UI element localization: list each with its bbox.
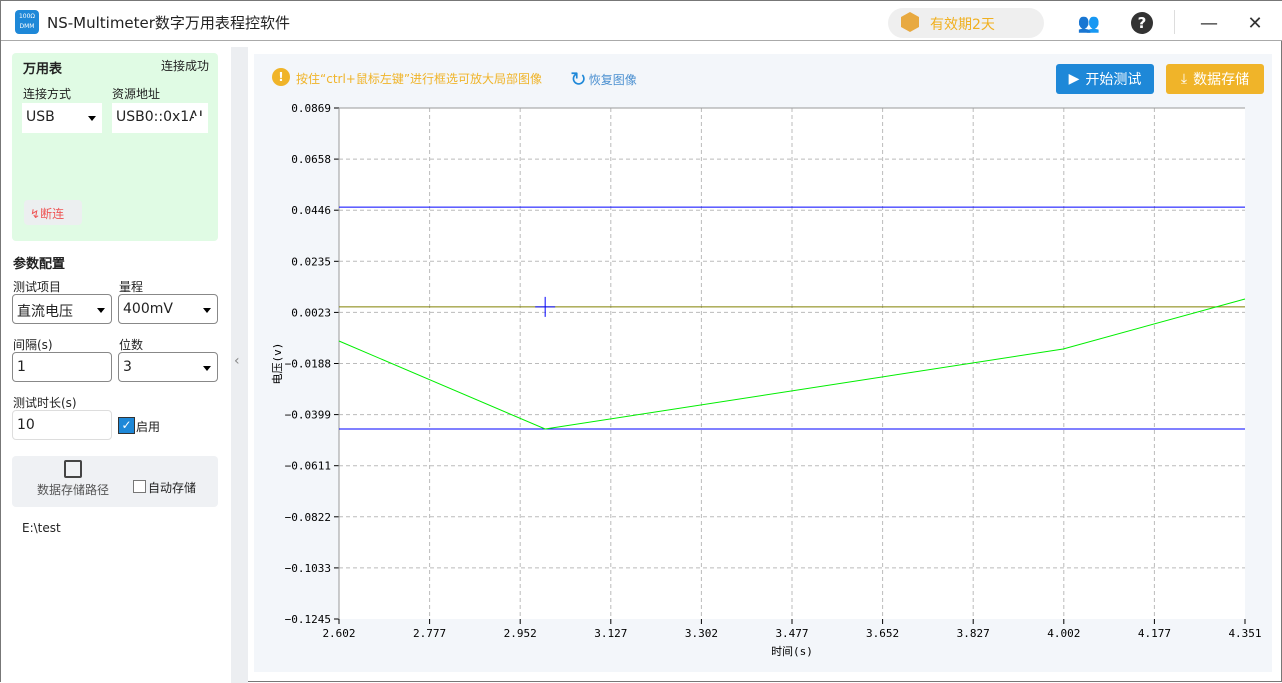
range-label: 量程 (119, 280, 144, 294)
minimize-button[interactable]: — (1197, 11, 1221, 35)
params-title: 参数配置 (13, 257, 66, 272)
y-tick-label: 0.0446 (291, 204, 331, 217)
voltage-chart[interactable]: 0.0869 0.0658 0.0446 0.0235 0.0023 −0.0188 −0.… (254, 96, 1272, 672)
app-title: NS-Multimeter数字万用表程控软件 (47, 14, 290, 32)
app-logo: 100Ω DMM (15, 10, 39, 34)
chevron-down-icon (97, 308, 105, 317)
x-tick-label: 3.302 (685, 627, 718, 640)
x-tick-label: 2.777 (413, 627, 446, 640)
start-label: 开始测试 (1085, 72, 1142, 88)
address-select[interactable]: USB0::0x1AI (112, 103, 208, 133)
chevron-left-icon: ‹ (234, 353, 240, 369)
addr-label: 资源地址 (112, 87, 161, 101)
connection-status: 连接成功 (161, 59, 210, 73)
y-tick-label: 0.0869 (291, 102, 331, 115)
x-tick-label: 4.351 (1228, 627, 1261, 640)
x-tick-label: 2.952 (504, 627, 537, 640)
range-select[interactable]: 400mV (118, 294, 218, 324)
chevron-down-icon (88, 116, 96, 125)
interval-input[interactable]: 1 (12, 352, 112, 382)
y-tick-label: −0.0399 (285, 409, 331, 422)
drive-icon (64, 460, 82, 478)
enable-label: 启用 (136, 420, 161, 434)
x-axis-label: 时间(s) (771, 645, 813, 658)
conn-value: USB (26, 109, 55, 125)
digits-select[interactable]: 3 (118, 352, 218, 382)
x-tick-label: 3.477 (775, 627, 808, 640)
y-tick-label: 0.0658 (291, 153, 331, 166)
chevron-down-icon (203, 366, 211, 375)
y-tick-label: −0.0611 (285, 460, 331, 473)
y-tick-label: 0.0235 (291, 255, 331, 268)
digits-label: 位数 (119, 338, 144, 352)
conn-label: 连接方式 (23, 87, 72, 101)
restore-label: 恢复图像 (588, 72, 637, 87)
item-value: 直流电压 (17, 304, 73, 320)
storage-path: E:\test (22, 521, 61, 535)
disconnect-label: 断连 (40, 207, 65, 221)
x-tick-label: 2.602 (322, 627, 355, 640)
refresh-icon: ↻ (570, 67, 587, 91)
download-icon: ⤓ (1180, 71, 1188, 87)
device-panel: 万用表 连接成功 连接方式 资源地址 USB USB0::0x1AI ↯断连 (12, 53, 218, 241)
disconnect-button[interactable]: ↯断连 (24, 200, 82, 225)
auto-save-label: 自动存储 (148, 481, 197, 495)
x-tick-label: 3.652 (866, 627, 899, 640)
y-axis-label: 电压(v) (271, 343, 284, 385)
digits-value: 3 (123, 359, 132, 375)
y-tick-label: 0.0023 (291, 306, 331, 319)
duration-label: 测试时长(s) (13, 396, 77, 410)
range-value: 400mV (123, 301, 173, 317)
chevron-down-icon (203, 308, 211, 317)
storage-path-button[interactable]: 数据存储路径 (28, 460, 118, 504)
user-icon[interactable]: 👥 (1077, 11, 1101, 35)
collapse-handle[interactable]: ‹ (231, 47, 248, 683)
start-test-button[interactable]: ▶ 开始测试 (1056, 64, 1154, 94)
x-tick-label: 3.127 (594, 627, 627, 640)
play-icon: ▶ (1068, 71, 1080, 87)
close-button[interactable]: ✕ (1243, 11, 1267, 35)
y-tick-label: −0.1245 (285, 613, 331, 626)
chevron-down-icon (194, 116, 202, 125)
warning-icon: ! (272, 68, 290, 86)
enable-checkbox[interactable]: ✓ (118, 417, 135, 434)
device-title: 万用表 (23, 62, 63, 77)
save-data-button[interactable]: ⤓ 数据存储 (1166, 64, 1264, 94)
duration-input[interactable]: 10 (12, 410, 112, 440)
addr-value: USB0::0x1AI (116, 109, 203, 125)
help-icon[interactable]: ? (1131, 12, 1153, 34)
interval-label: 间隔(s) (13, 338, 53, 352)
storage-path-label: 数据存储路径 (36, 483, 109, 497)
separator (1174, 10, 1175, 34)
title-bar: 100Ω DMM NS-Multimeter数字万用表程控软件 有效期2天 👥 ?… (1, 1, 1282, 41)
test-item-select[interactable]: 直流电压 (12, 294, 112, 324)
auto-save-checkbox[interactable] (133, 480, 146, 493)
zoom-hint: 按住“ctrl+鼠标左键”进行框选可放大局部图像 (296, 72, 543, 86)
storage-panel: 数据存储路径 自动存储 (12, 456, 218, 507)
item-label: 测试项目 (13, 280, 62, 294)
x-tick-label: 4.177 (1138, 627, 1171, 640)
x-tick-label: 3.827 (957, 627, 990, 640)
connection-select[interactable]: USB (22, 103, 102, 133)
unlink-icon: ↯ (30, 207, 41, 221)
y-tick-label: −0.1033 (285, 562, 331, 575)
y-tick-label: −0.0822 (285, 511, 331, 524)
y-tick-label: −0.0188 (285, 358, 331, 371)
restore-button[interactable]: ↻ 恢复图像 (570, 67, 637, 91)
save-label: 数据存储 (1193, 72, 1250, 88)
x-tick-label: 4.002 (1047, 627, 1080, 640)
